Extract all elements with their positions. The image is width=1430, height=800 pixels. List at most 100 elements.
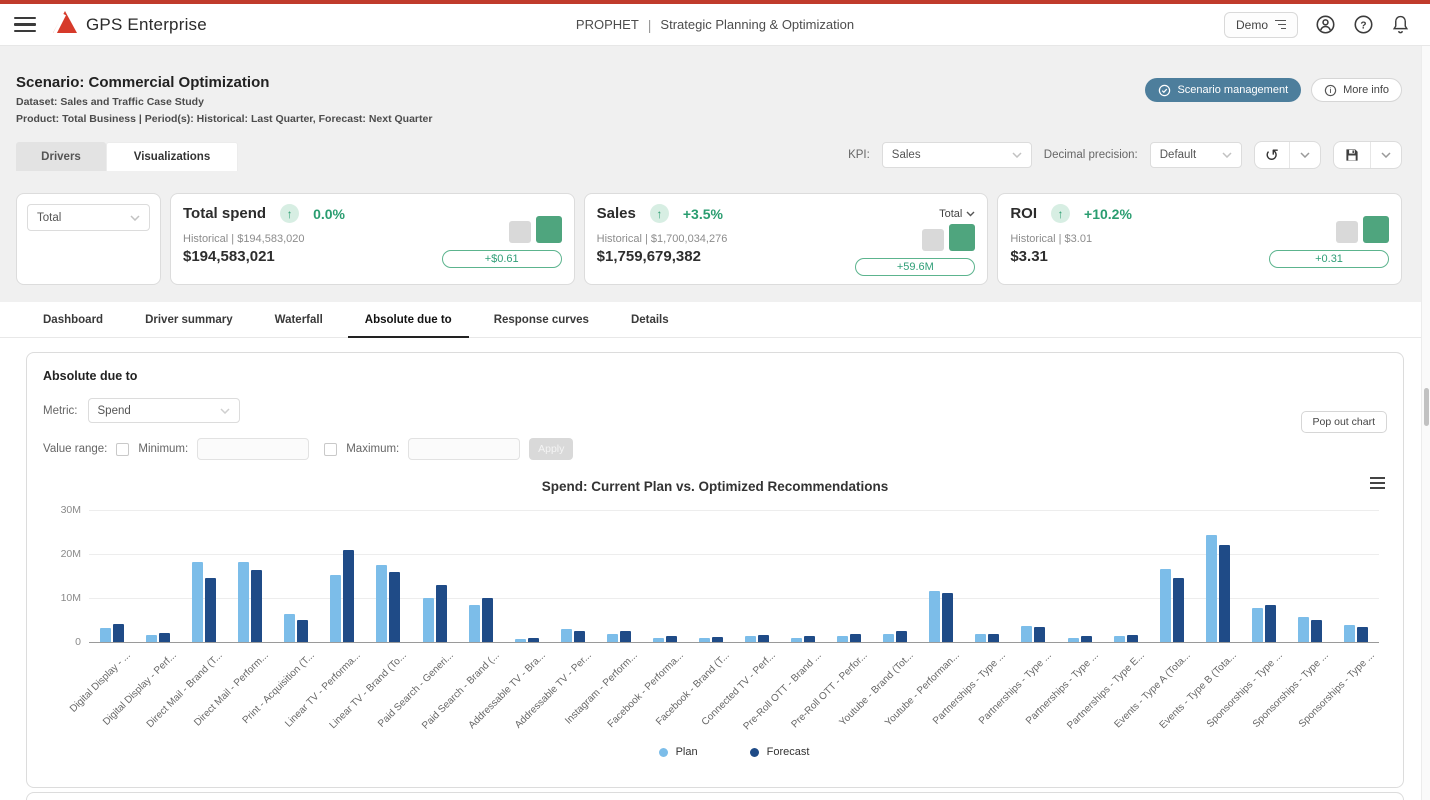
filter-icon [1275, 20, 1286, 30]
reset-options-button[interactable] [1289, 142, 1320, 168]
metric-select-value: Spend [98, 405, 131, 417]
brand-name: GPS Enterprise [86, 15, 207, 35]
account-icon[interactable] [1315, 14, 1336, 35]
bar-plan[interactable] [238, 562, 249, 642]
bar-plan[interactable] [1252, 608, 1263, 642]
page-scrollbar [1421, 46, 1430, 800]
up-arrow-icon: ↑ [280, 204, 299, 223]
bar-plan[interactable] [146, 635, 157, 642]
save-options-button[interactable] [1370, 142, 1401, 168]
sales-scope-select[interactable]: Total [939, 208, 975, 220]
apply-button[interactable]: Apply [529, 438, 573, 460]
scenario-management-label: Scenario management [1177, 84, 1288, 96]
bar-forecast[interactable] [1311, 620, 1322, 642]
legend-label: Plan [676, 746, 698, 758]
save-button[interactable] [1334, 142, 1370, 168]
gridline [89, 554, 1379, 555]
bar-plan[interactable] [929, 591, 940, 642]
bar-plan[interactable] [561, 629, 572, 642]
maximum-input[interactable] [408, 438, 520, 460]
scrollbar-thumb[interactable] [1424, 388, 1429, 426]
bar-forecast[interactable] [1265, 605, 1276, 642]
tab-visualizations[interactable]: Visualizations [106, 142, 238, 171]
bar-forecast[interactable] [1173, 578, 1184, 642]
bar-plan[interactable] [1160, 569, 1171, 642]
absolute-due-to-panel: Absolute due to Pop out chart Metric: Sp… [26, 352, 1404, 788]
bar-forecast[interactable] [1357, 627, 1368, 642]
bar-plan[interactable] [330, 575, 341, 642]
bar-plan[interactable] [376, 565, 387, 642]
scope-select[interactable]: Total [27, 204, 150, 231]
bar-forecast[interactable] [620, 631, 631, 642]
demo-label: Demo [1236, 18, 1268, 32]
minimum-input[interactable] [197, 438, 309, 460]
value-range-label: Value range: [43, 443, 107, 455]
minimum-checkbox[interactable] [116, 443, 129, 456]
mode-toolbar: Drivers Visualizations KPI: Sales Decima… [0, 125, 1430, 171]
bar-forecast[interactable] [896, 631, 907, 642]
chevron-down-icon [1222, 152, 1232, 158]
bar-forecast[interactable] [482, 598, 493, 642]
bar-plan[interactable] [192, 562, 203, 642]
bar-plan[interactable] [1298, 617, 1309, 642]
hamburger-menu-icon[interactable] [14, 17, 36, 33]
bar-plan[interactable] [1206, 535, 1217, 642]
bar-forecast[interactable] [343, 550, 354, 642]
bar-plan[interactable] [469, 605, 480, 642]
chart-menu-icon[interactable] [1370, 477, 1385, 489]
bar-forecast[interactable] [159, 633, 170, 642]
historical-square [509, 221, 531, 243]
help-icon[interactable]: ? [1353, 14, 1374, 35]
more-info-button[interactable]: i More info [1311, 78, 1402, 102]
bar-forecast[interactable] [1219, 545, 1230, 642]
bar-forecast[interactable] [574, 631, 585, 642]
tab-driver-summary[interactable]: Driver summary [128, 302, 250, 338]
x-axis-label: Direct Mail - Brand (T... [145, 650, 225, 730]
notifications-bell-icon[interactable] [1391, 14, 1410, 35]
bar-forecast[interactable] [988, 634, 999, 642]
bar-plan[interactable] [607, 634, 618, 642]
bar-forecast[interactable] [1034, 627, 1045, 642]
forecast-square [1363, 216, 1389, 243]
reset-button-group: ↺ [1254, 141, 1321, 169]
tab-waterfall[interactable]: Waterfall [258, 302, 340, 338]
bar-plan[interactable] [423, 598, 434, 642]
bar-plan[interactable] [883, 634, 894, 642]
bar-forecast[interactable] [942, 593, 953, 642]
bar-forecast[interactable] [850, 634, 861, 642]
bar-forecast[interactable] [205, 578, 216, 642]
delta-pill: +$0.61 [442, 250, 562, 268]
app-title: PROPHET | Strategic Planning & Optimizat… [576, 17, 854, 33]
bar-forecast[interactable] [758, 635, 769, 642]
x-axis-label: Paid Search - Brand (... [420, 650, 502, 732]
scenario-management-button[interactable]: Scenario management [1145, 78, 1301, 102]
bar-forecast[interactable] [436, 585, 447, 642]
tab-absolute-due-to[interactable]: Absolute due to [348, 302, 469, 338]
kpi-select[interactable]: Sales [882, 142, 1032, 168]
pop-out-chart-button[interactable]: Pop out chart [1301, 411, 1387, 433]
bar-plan[interactable] [975, 634, 986, 642]
historical-square [1336, 221, 1358, 243]
tab-drivers[interactable]: Drivers [16, 142, 106, 171]
legend-item-plan[interactable]: Plan [659, 746, 698, 758]
metric-select[interactable]: Spend [88, 398, 240, 423]
tab-dashboard[interactable]: Dashboard [26, 302, 120, 338]
bar-plan[interactable] [1344, 625, 1355, 642]
bar-forecast[interactable] [113, 624, 124, 642]
bar-plan[interactable] [284, 614, 295, 642]
bar-plan[interactable] [1021, 626, 1032, 642]
reset-button[interactable]: ↺ [1255, 142, 1289, 168]
check-circle-icon [1158, 84, 1171, 97]
bar-plan[interactable] [100, 628, 111, 642]
tab-response-curves[interactable]: Response curves [477, 302, 606, 338]
tab-details[interactable]: Details [614, 302, 686, 338]
minimum-label: Minimum: [138, 443, 188, 455]
bar-forecast[interactable] [251, 570, 262, 642]
maximum-checkbox[interactable] [324, 443, 337, 456]
bar-forecast[interactable] [297, 620, 308, 642]
demo-environment-button[interactable]: Demo [1224, 12, 1298, 38]
legend-item-forecast[interactable]: Forecast [750, 746, 810, 758]
bar-forecast[interactable] [1127, 635, 1138, 642]
precision-select[interactable]: Default [1150, 142, 1242, 168]
bar-forecast[interactable] [389, 572, 400, 642]
